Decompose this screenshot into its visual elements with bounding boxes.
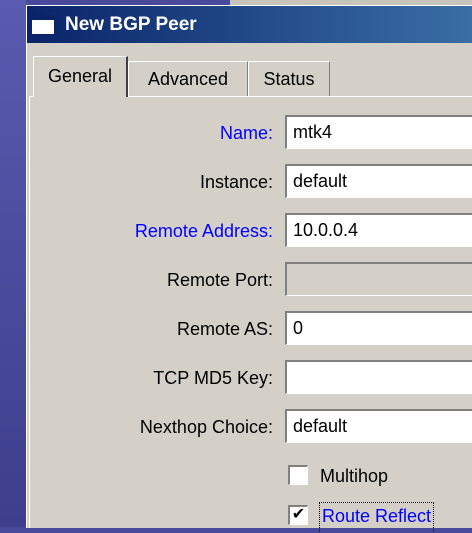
title-bar[interactable]: New BGP Peer bbox=[27, 6, 472, 43]
remote-address-row: Remote Address: 10.0.0.4 bbox=[30, 213, 472, 249]
multihop-row: Multihop bbox=[30, 461, 472, 491]
instance-select[interactable]: default bbox=[285, 164, 472, 198]
route-reflect-checkbox[interactable]: ✔ bbox=[288, 505, 308, 525]
window-icon bbox=[31, 14, 55, 35]
remote-port-label: Remote Port: bbox=[166, 270, 273, 290]
nexthop-choice-label: Nexthop Choice: bbox=[139, 417, 273, 437]
tcp-md5-key-input[interactable] bbox=[285, 360, 472, 394]
general-panel: Name: mtk4 Instance: default Remote Addr… bbox=[29, 96, 472, 533]
tcp-md5-key-row: TCP MD5 Key: bbox=[30, 360, 472, 396]
nexthop-choice-row: Nexthop Choice: default bbox=[30, 409, 472, 445]
nexthop-choice-select[interactable]: default bbox=[285, 409, 472, 443]
multihop-label[interactable]: Multihop bbox=[320, 461, 388, 491]
remote-address-label: Remote Address: bbox=[134, 221, 273, 241]
remote-as-label: Remote AS: bbox=[176, 319, 273, 339]
remote-as-input[interactable]: 0 bbox=[285, 311, 472, 345]
instance-row: Instance: default bbox=[30, 164, 472, 200]
name-label: Name: bbox=[219, 123, 273, 143]
desktop-background bbox=[0, 0, 26, 527]
route-reflect-label[interactable]: Route Reflect bbox=[318, 502, 435, 533]
remote-address-input[interactable]: 10.0.0.4 bbox=[285, 213, 472, 247]
tcp-md5-key-label: TCP MD5 Key: bbox=[153, 368, 273, 388]
multihop-checkbox[interactable] bbox=[288, 465, 308, 485]
instance-label: Instance: bbox=[199, 172, 273, 192]
window-title: New BGP Peer bbox=[65, 13, 197, 35]
tab-status[interactable]: Status bbox=[248, 61, 330, 96]
name-row: Name: mtk4 bbox=[30, 115, 472, 151]
bgp-peer-window: New BGP Peer General Advanced Status Nam… bbox=[26, 5, 472, 533]
name-input[interactable]: mtk4 bbox=[285, 115, 472, 149]
tab-general[interactable]: General bbox=[33, 56, 128, 97]
tab-advanced[interactable]: Advanced bbox=[128, 61, 248, 96]
remote-as-row: Remote AS: 0 bbox=[30, 311, 472, 347]
remote-port-input[interactable] bbox=[285, 262, 472, 296]
remote-port-row: Remote Port: bbox=[30, 262, 472, 298]
